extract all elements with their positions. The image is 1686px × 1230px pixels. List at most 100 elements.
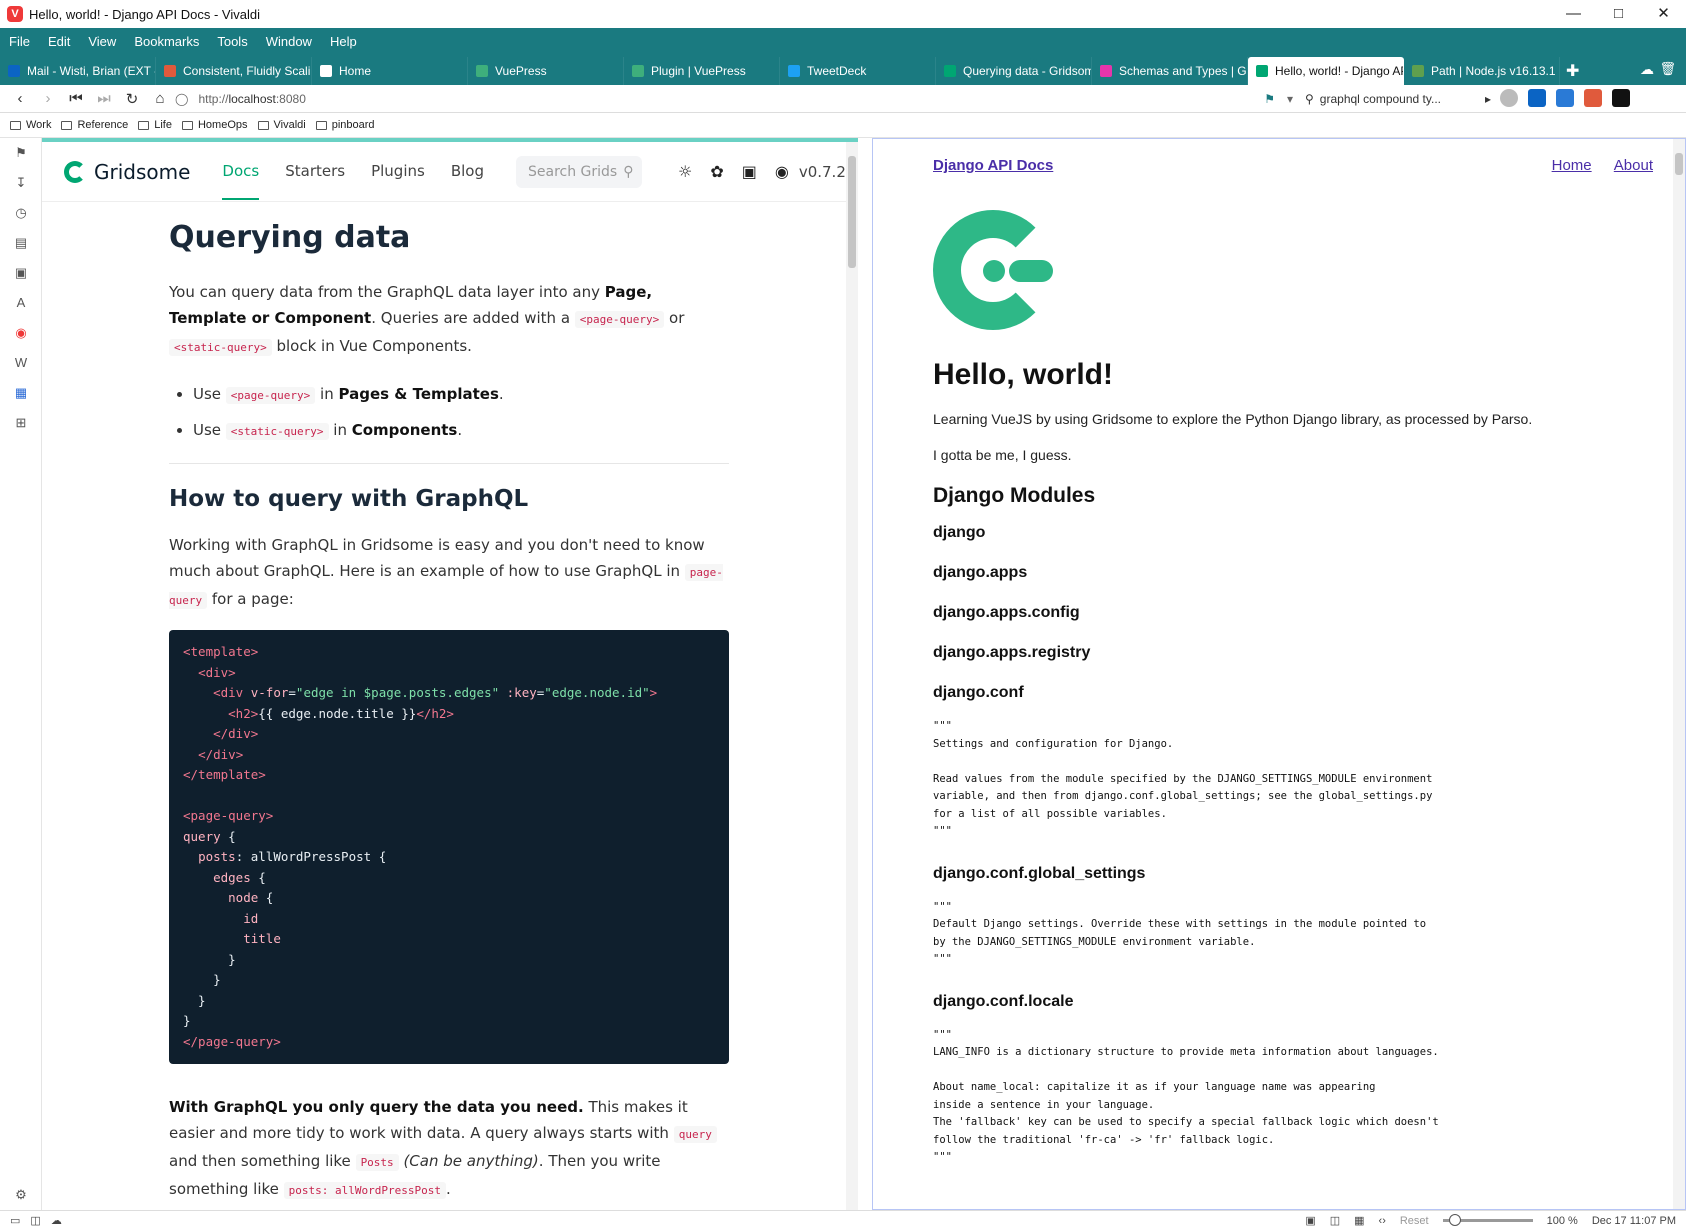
- nav-about[interactable]: About: [1614, 157, 1653, 174]
- scrollbar[interactable]: [846, 142, 858, 1210]
- tab-label: Schemas and Types | Grap: [1119, 64, 1247, 78]
- tab-3[interactable]: VuePress: [468, 57, 624, 85]
- sync-icon[interactable]: ☁: [1640, 61, 1654, 78]
- tab-7[interactable]: Schemas and Types | Grap: [1092, 57, 1248, 85]
- panel-toggle-icon[interactable]: ▭: [10, 1214, 20, 1227]
- site-search-input[interactable]: Search Grids ⚲: [515, 155, 642, 188]
- notes-icon[interactable]: ▤: [0, 228, 42, 258]
- tab-8[interactable]: Hello, world! - Django API: [1248, 57, 1404, 85]
- menu-edit[interactable]: Edit: [39, 34, 79, 49]
- search-go-icon[interactable]: ▸: [1485, 92, 1491, 106]
- nav-starters[interactable]: Starters: [285, 144, 345, 200]
- zoom-slider[interactable]: [1442, 1214, 1533, 1226]
- tab-favicon-icon: [1100, 65, 1112, 77]
- tab-9[interactable]: Path | Node.js v16.13.1 Doc: [1404, 57, 1560, 85]
- tile-icon[interactable]: ◫: [30, 1214, 40, 1227]
- bookmark-folder[interactable]: Life: [138, 119, 172, 131]
- tab-0[interactable]: Mail - Wisti, Brian (EXT - US: [0, 57, 156, 85]
- new-tab-icon[interactable]: ✚: [1566, 61, 1579, 81]
- extension-icon[interactable]: [1556, 89, 1574, 107]
- tab-4[interactable]: Plugin | VuePress: [624, 57, 780, 85]
- add-panel-icon[interactable]: ⊞: [0, 408, 42, 438]
- menu-bookmarks[interactable]: Bookmarks: [125, 34, 208, 49]
- django-content: Django API Docs Home About Hello, world!…: [933, 157, 1653, 1191]
- translate-icon[interactable]: A: [0, 288, 42, 318]
- module-heading: django.conf.global_settings: [933, 864, 1146, 882]
- vivaldi-icon[interactable]: ◉: [0, 318, 42, 348]
- menu-view[interactable]: View: [79, 34, 125, 49]
- downloads-icon[interactable]: ↧: [0, 168, 42, 198]
- capture-icon[interactable]: ▣: [1305, 1214, 1315, 1227]
- security-icon[interactable]: ◯: [175, 92, 188, 106]
- extension-icon[interactable]: [1584, 89, 1602, 107]
- web-panel-icon[interactable]: ▦: [0, 378, 42, 408]
- tab-favicon-icon: [1412, 65, 1424, 77]
- tab-favicon-icon: [1256, 65, 1268, 77]
- minimize-icon[interactable]: —: [1551, 0, 1596, 28]
- menu-help[interactable]: Help: [321, 34, 366, 49]
- tiling-icon[interactable]: ◫: [1330, 1214, 1340, 1227]
- url-field[interactable]: ◯ http://localhost:8080 ⚑ ▾: [175, 88, 1295, 110]
- scrollbar-thumb[interactable]: [1675, 153, 1683, 175]
- github-icon[interactable]: ◉: [775, 162, 789, 181]
- site-logo[interactable]: Gridsome: [64, 160, 190, 184]
- home-icon[interactable]: ⌂: [148, 90, 172, 108]
- zoom-slider-knob[interactable]: [1448, 1214, 1461, 1226]
- menu-tools[interactable]: Tools: [208, 34, 256, 49]
- maximize-icon[interactable]: □: [1596, 0, 1641, 28]
- menu-window[interactable]: Window: [257, 34, 321, 49]
- tab-6[interactable]: Querying data - Gridsome: [936, 57, 1092, 85]
- bookmark-icon[interactable]: ⚑: [1264, 92, 1275, 106]
- bookmark-folder[interactable]: Reference: [61, 119, 128, 131]
- module-heading: django: [933, 524, 986, 541]
- bookmarks-panel-icon[interactable]: ⚑: [0, 138, 42, 168]
- twitter-icon[interactable]: ✿: [710, 162, 723, 181]
- theme-toggle-icon[interactable]: ☼: [678, 162, 692, 181]
- tab-1[interactable]: Consistent, Fluidly Scaling: [156, 57, 312, 85]
- tab-5[interactable]: TweetDeck: [780, 57, 936, 85]
- nav-docs[interactable]: Docs: [222, 144, 260, 200]
- zoom-reset[interactable]: Reset: [1400, 1215, 1429, 1227]
- rewind-icon[interactable]: ⏮: [64, 90, 88, 108]
- markdown-icon[interactable]: [1612, 89, 1630, 107]
- bookmark-folder[interactable]: pinboard: [315, 119, 375, 131]
- side-panel: ⚑ ↧ ◷ ▤ ▣ A ◉ W ▦ ⊞ ⚙: [0, 138, 42, 1210]
- bookmark-folder[interactable]: Vivaldi: [257, 119, 306, 131]
- scrollbar-thumb[interactable]: [848, 156, 856, 268]
- site-brand-link[interactable]: Django API Docs: [933, 157, 1053, 174]
- forward-icon[interactable]: ›: [36, 90, 60, 108]
- nav-home[interactable]: Home: [1552, 157, 1592, 174]
- avatar[interactable]: [1500, 89, 1518, 107]
- django-docs-page: Django API Docs Home About Hello, world!…: [872, 138, 1686, 1210]
- history-icon[interactable]: ◷: [0, 198, 42, 228]
- nav-blog[interactable]: Blog: [451, 144, 484, 200]
- reload-icon[interactable]: ↻: [120, 90, 144, 108]
- code-icon[interactable]: ‹›: [1379, 1215, 1386, 1227]
- close-icon[interactable]: ✕: [1641, 0, 1686, 28]
- tab-favicon-icon: [8, 65, 20, 77]
- chevron-down-icon[interactable]: ▾: [1287, 92, 1293, 106]
- bookmark-folder[interactable]: HomeOps: [181, 119, 248, 131]
- discord-icon[interactable]: ▣: [742, 162, 757, 181]
- extension-icon[interactable]: [1528, 89, 1546, 107]
- bookmark-folder[interactable]: Work: [10, 119, 51, 131]
- cloud-icon[interactable]: ☁: [51, 1214, 62, 1227]
- fast-forward-icon[interactable]: ⏭: [92, 90, 116, 108]
- back-icon[interactable]: ‹: [8, 90, 32, 108]
- closing-paragraph: With GraphQL you only query the data you…: [169, 1094, 729, 1204]
- module-docstring: """ Default Django settings. Override th…: [933, 900, 1427, 966]
- menu-file[interactable]: File: [0, 34, 39, 49]
- gridsome-logo-icon: [933, 210, 1053, 330]
- wikipedia-icon[interactable]: W: [0, 348, 42, 378]
- module-docstring: """ Settings and configuration for Djang…: [933, 720, 1433, 837]
- tab-2[interactable]: Home: [312, 57, 468, 85]
- doc-content: Querying data You can query data from th…: [169, 220, 729, 1210]
- window-panel-icon[interactable]: ▣: [0, 258, 42, 288]
- settings-icon[interactable]: ⚙: [0, 1180, 42, 1210]
- module-heading: django.apps.registry: [933, 644, 1091, 661]
- nav-plugins[interactable]: Plugins: [371, 144, 425, 200]
- image-icon[interactable]: ▦: [1354, 1214, 1364, 1227]
- trash-icon[interactable]: 🗑: [1659, 61, 1676, 77]
- scrollbar[interactable]: [1673, 139, 1685, 1209]
- search-field[interactable]: ⚲ graphql compound ty... ▸: [1305, 88, 1495, 110]
